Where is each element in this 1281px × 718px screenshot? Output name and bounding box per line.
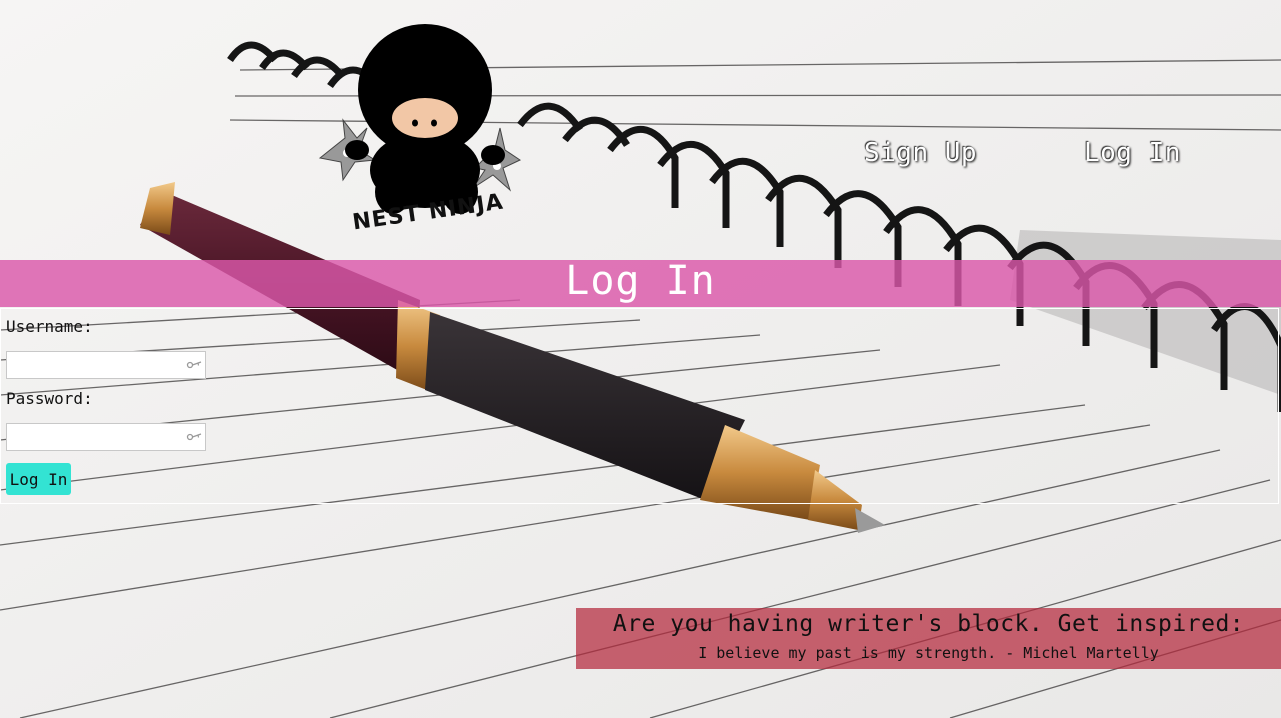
login-form	[0, 308, 1279, 504]
quote-heading: Are you having writer's block. Get inspi…	[612, 611, 1245, 637]
nav-login-link[interactable]: Log In	[1084, 138, 1181, 168]
key-icon[interactable]	[186, 359, 202, 371]
nav-signup-link[interactable]: Sign Up	[864, 138, 977, 168]
quote-text: I believe my past is my strength. - Mich…	[698, 644, 1159, 662]
key-icon[interactable]	[186, 431, 202, 443]
password-input[interactable]	[6, 423, 206, 451]
username-input[interactable]	[6, 351, 206, 379]
password-label: Password:	[6, 389, 93, 408]
login-submit-button[interactable]: Log In	[6, 463, 71, 495]
page-title: Log In	[565, 258, 716, 304]
username-label: Username:	[6, 317, 93, 336]
